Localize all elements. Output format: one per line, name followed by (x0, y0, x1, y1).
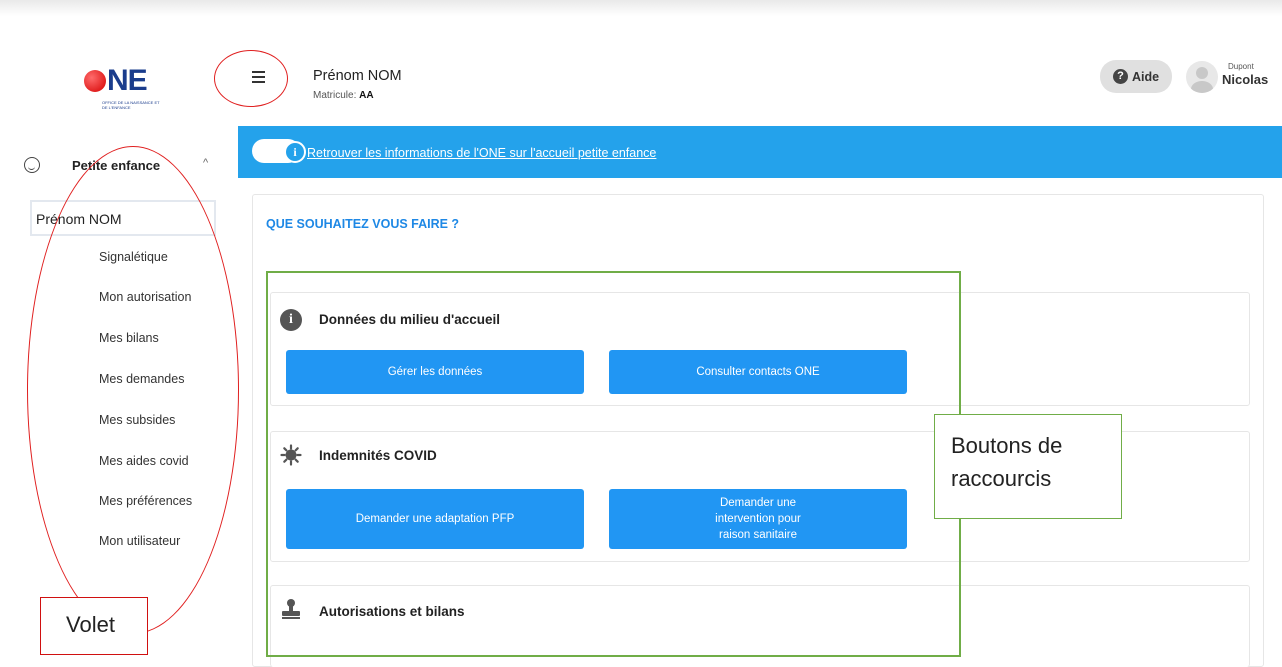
shortcuts-callout: Boutons de raccourcis (934, 414, 1122, 519)
matricule-label: Matricule: (313, 90, 357, 101)
shortcuts-highlight-box (266, 271, 961, 657)
logo-subtitle: OFFICE DE LA NAISSANCE ET DE L'ENFANCE (102, 100, 160, 110)
help-button[interactable]: ? Aide (1100, 60, 1172, 93)
menu-highlight-ellipse (214, 50, 288, 107)
account-first-name: Dupont (1228, 62, 1254, 71)
one-logo[interactable]: NE OFFICE DE LA NAISSANCE ET DE L'ENFANC… (84, 64, 174, 124)
shortcuts-callout-text: Boutons de raccourcis (951, 433, 1063, 491)
logo-dot-icon (84, 70, 106, 92)
chevron-up-icon[interactable]: ^ (203, 157, 208, 169)
header-matricule: Matricule: AA (313, 90, 374, 101)
avatar[interactable] (1186, 61, 1218, 93)
question-icon: ? (1112, 69, 1128, 84)
app-window: NE OFFICE DE LA NAISSANCE ET DE L'ENFANC… (0, 0, 1282, 667)
help-label: Aide (1131, 69, 1160, 84)
sidebar-highlight-ellipse (27, 146, 239, 634)
banner-toggle[interactable]: i (252, 139, 306, 163)
logo-word: NE (84, 64, 148, 98)
info-icon: i (284, 141, 306, 163)
banner-link[interactable]: Retrouver les informations de l'ONE sur … (307, 146, 656, 160)
logo-text: NE (107, 64, 148, 97)
panel-callout: Volet (40, 597, 148, 655)
account-last-name[interactable]: Nicolas (1222, 72, 1268, 87)
top-shadow (0, 0, 1282, 16)
info-banner: i Retrouver les informations de l'ONE su… (238, 126, 1282, 178)
header-user-name: Prénom NOM (313, 68, 402, 84)
matricule-value: AA (359, 90, 374, 101)
page-title: QUE SOUHAITEZ VOUS FAIRE ? (266, 217, 460, 231)
baby-face-icon (24, 157, 40, 173)
panel-callout-text: Volet (66, 612, 115, 637)
